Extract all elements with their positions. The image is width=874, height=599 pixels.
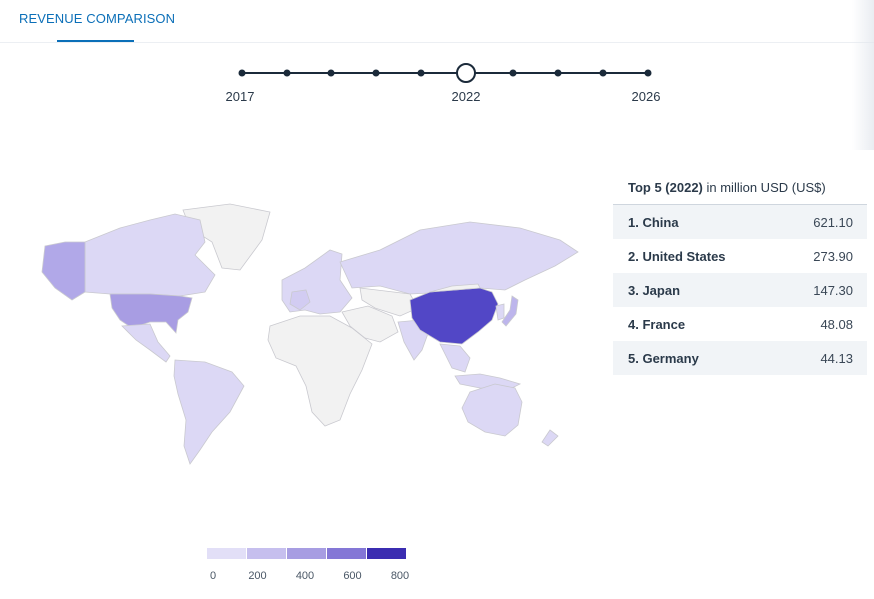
top5-value: 44.13 <box>820 350 853 366</box>
legend-swatch <box>327 548 366 559</box>
top5-title-rest: in million USD (US$) <box>702 180 826 195</box>
top5-country: 4. France <box>628 316 686 332</box>
timeline-dot-2017[interactable] <box>238 69 246 77</box>
timeline-dot-2023[interactable] <box>509 69 517 77</box>
region-new-zealand[interactable] <box>541 429 559 447</box>
legend-tick-label: 800 <box>391 570 409 582</box>
top5-row[interactable]: 1. China 621.10 <box>613 205 867 239</box>
legend-swatch <box>247 548 286 559</box>
top5-title: Top 5 (2022) in million USD (US$) <box>613 180 867 205</box>
top5-title-bold: Top 5 (2022) <box>628 180 703 195</box>
top5-row[interactable]: 2. United States 273.90 <box>613 239 867 273</box>
top5-row[interactable]: 5. Germany 44.13 <box>613 341 867 375</box>
region-mexico[interactable] <box>121 323 171 363</box>
region-canada[interactable] <box>84 213 216 297</box>
timeline-label-end: 2026 <box>631 89 661 104</box>
world-map <box>41 203 579 465</box>
timeline-dot-2020[interactable] <box>372 69 380 77</box>
region-southeast-asia[interactable] <box>439 343 471 373</box>
legend-tick-label: 200 <box>248 570 266 582</box>
legend-tick-label: 400 <box>296 570 314 582</box>
timeline-dot-2018[interactable] <box>283 69 291 77</box>
legend-tick-label: 600 <box>343 570 361 582</box>
top5-row[interactable]: 4. France 48.08 <box>613 307 867 341</box>
top5-country: 2. United States <box>628 248 726 264</box>
timeline-dot-2024[interactable] <box>554 69 562 77</box>
legend-swatch <box>367 548 406 559</box>
timeline-dot-2021[interactable] <box>417 69 425 77</box>
timeline <box>238 63 652 83</box>
legend-tick-label: 0 <box>210 570 216 582</box>
color-legend: 0 200 400 600 800 <box>207 548 409 582</box>
top5-country: 3. Japan <box>628 282 681 298</box>
top5-country: 5. Germany <box>628 350 699 366</box>
timeline-dot-2019[interactable] <box>327 69 335 77</box>
legend-swatch <box>287 548 326 559</box>
top5-value: 48.08 <box>820 316 853 332</box>
timeline-dot-2025[interactable] <box>599 69 607 77</box>
region-korea[interactable] <box>495 303 505 321</box>
top5-value: 147.30 <box>813 282 853 298</box>
top5-country: 1. China <box>628 214 679 230</box>
top5-row[interactable]: 3. Japan 147.30 <box>613 273 867 307</box>
top5-value: 273.90 <box>813 248 853 264</box>
region-russia[interactable] <box>339 221 579 295</box>
region-australia[interactable] <box>461 383 523 437</box>
legend-swatch <box>207 548 246 559</box>
timeline-label-start: 2017 <box>225 89 255 104</box>
region-south-america[interactable] <box>173 359 245 465</box>
timeline-dot-2026[interactable] <box>644 69 652 77</box>
timeline-selected-dot[interactable] <box>456 63 476 83</box>
region-alaska[interactable] <box>41 241 86 301</box>
top5-panel: Top 5 (2022) in million USD (US$) 1. Chi… <box>613 180 867 375</box>
region-africa[interactable] <box>267 315 373 427</box>
top5-value: 621.10 <box>813 214 853 230</box>
timeline-label-selected: 2022 <box>451 89 481 104</box>
